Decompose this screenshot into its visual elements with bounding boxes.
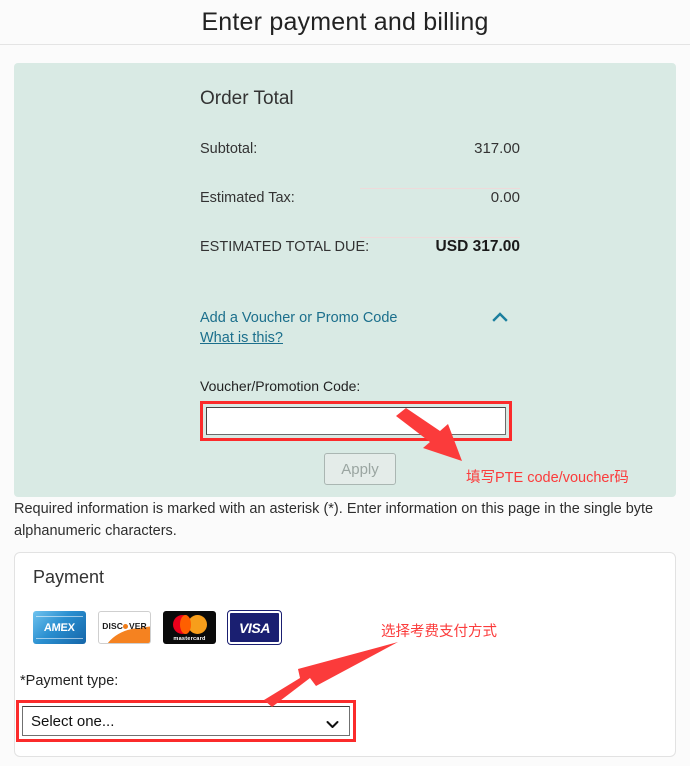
estimated-tax-row: Estimated Tax: 0.00 [200,189,520,237]
order-total-content: Order Total Subtotal: 317.00 Estimated T… [200,88,520,485]
payment-type-select[interactable]: Select one... [22,706,350,736]
mastercard-label: mastercard [173,635,206,642]
payment-type-label: *Payment type: [20,673,119,689]
chevron-up-icon[interactable] [491,310,509,322]
mastercard-card-logo: mastercard [163,611,216,644]
voucher-code-highlight [200,401,512,441]
order-total-heading: Order Total [200,88,294,109]
order-total-panel: Order Total Subtotal: 317.00 Estimated T… [14,63,676,497]
what-is-this-link[interactable]: What is this? [200,328,283,348]
voucher-code-input[interactable] [206,407,506,435]
visa-label: VISA [238,619,271,636]
required-information-note: Required information is marked with an a… [14,501,654,539]
estimated-total-due-label: ESTIMATED TOTAL DUE: [200,239,370,255]
subtotal-value: 317.00 [474,140,520,157]
payment-billing-page: Enter payment and billing Order Total Su… [0,0,690,766]
estimated-total-due-value: USD 317.00 [435,238,520,255]
discover-card-logo: DISC VER [98,611,151,644]
add-voucher-link[interactable]: Add a Voucher or Promo Code [200,308,515,328]
amex-label: AMEX [43,621,76,634]
estimated-tax-label: Estimated Tax: [200,190,295,206]
voucher-toggle-section[interactable]: Add a Voucher or Promo Code What is this… [200,308,515,348]
voucher-annotation: 填写PTE code/voucher码 [466,470,629,486]
subtotal-row: Subtotal: 317.00 [200,140,520,188]
accepted-card-logos: AMEX DISC VER mastercard VISA [33,610,282,645]
mastercard-circles [172,614,207,634]
page-title: Enter payment and billing [201,7,489,36]
subtotal-label: Subtotal: [200,141,258,157]
payment-type-annotation: 选择考费支付方式 [381,624,497,640]
estimated-total-due-row: ESTIMATED TOTAL DUE: USD 317.00 [200,238,520,286]
estimated-tax-value: 0.00 [490,189,520,206]
payment-heading: Payment [33,567,105,587]
page-header: Enter payment and billing [0,0,690,45]
discover-label: DISC VER [102,620,147,631]
payment-type-highlight: Select one... [16,700,356,742]
amex-card-logo: AMEX [33,611,86,644]
voucher-code-label: Voucher/Promotion Code: [200,378,361,394]
apply-button[interactable]: Apply [324,453,396,485]
visa-card-logo: VISA [227,610,282,645]
